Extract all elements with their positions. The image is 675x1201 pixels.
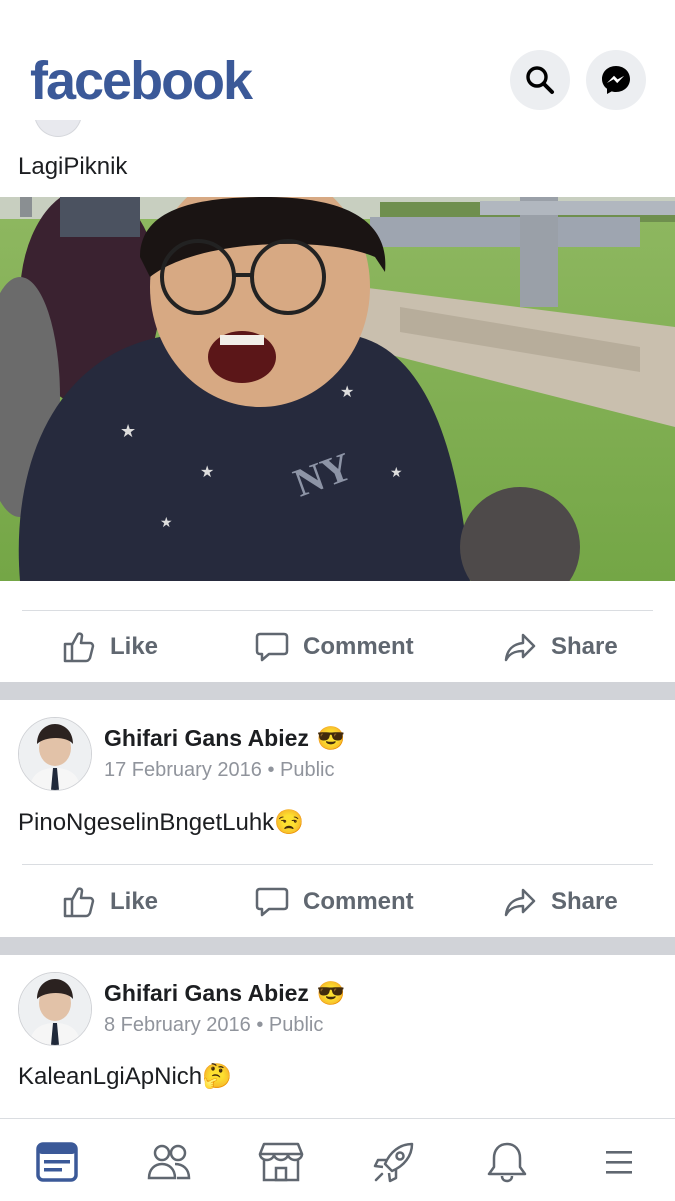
search-button[interactable] bbox=[510, 50, 570, 110]
comment-button[interactable]: Comment bbox=[255, 867, 414, 937]
post-visibility: Public bbox=[268, 1014, 324, 1036]
post-actions: Like Comment Share bbox=[0, 867, 675, 937]
tab-friends[interactable] bbox=[144, 1137, 194, 1187]
search-icon bbox=[526, 66, 554, 94]
svg-text:★: ★ bbox=[390, 465, 403, 481]
share-icon bbox=[504, 633, 536, 662]
author-name: Ghifari Gans Abiez bbox=[104, 980, 309, 1006]
post-separator bbox=[0, 937, 675, 955]
top-bar: facebook bbox=[0, 0, 675, 120]
divider bbox=[22, 864, 653, 865]
divider bbox=[22, 610, 653, 611]
author-name: Ghifari Gans Abiez bbox=[104, 725, 309, 751]
photo-image: NY ★ ★ ★ ★ ★ bbox=[0, 197, 675, 581]
share-label: Share bbox=[551, 633, 618, 660]
tab-menu[interactable] bbox=[594, 1137, 644, 1187]
meta-separator: • bbox=[256, 1014, 269, 1036]
share-icon bbox=[504, 888, 536, 917]
post-author[interactable]: Ghifari Gans Abiez 😎 bbox=[104, 980, 346, 1007]
comment-label: Comment bbox=[303, 633, 414, 660]
comment-button[interactable]: Comment bbox=[255, 612, 414, 682]
tab-explore[interactable] bbox=[369, 1137, 419, 1187]
post-text-emoji: 😒 bbox=[274, 809, 305, 836]
explore-icon bbox=[373, 1142, 414, 1183]
post-separator bbox=[0, 682, 675, 700]
messenger-button[interactable] bbox=[586, 50, 646, 110]
svg-text:★: ★ bbox=[340, 382, 354, 401]
post-visibility: Public bbox=[280, 759, 335, 781]
share-button[interactable]: Share bbox=[503, 612, 618, 682]
post-text: PinoNgeselinBngetLuhk😒 bbox=[18, 808, 304, 837]
author-emoji: 😎 bbox=[316, 980, 346, 1006]
share-button[interactable]: Share bbox=[503, 867, 618, 937]
bottom-tab-bar bbox=[0, 1118, 675, 1201]
tab-marketplace[interactable] bbox=[256, 1137, 306, 1187]
svg-text:★: ★ bbox=[120, 421, 136, 442]
menu-icon bbox=[606, 1151, 632, 1174]
svg-text:★: ★ bbox=[160, 515, 173, 531]
post-date[interactable]: 17 February 2016 bbox=[104, 759, 262, 781]
like-label: Like bbox=[110, 633, 159, 660]
marketplace-icon bbox=[258, 1142, 304, 1182]
comment-icon bbox=[255, 632, 289, 662]
svg-text:★: ★ bbox=[200, 462, 214, 481]
news-feed-icon bbox=[36, 1142, 78, 1182]
post-text-emoji: 🤔 bbox=[202, 1063, 233, 1090]
facebook-logo: facebook bbox=[30, 51, 253, 111]
avatar[interactable] bbox=[18, 717, 92, 791]
avatar-image bbox=[19, 718, 91, 790]
post-meta: 17 February 2016 • Public bbox=[104, 759, 335, 782]
post-text: LagiPiknik bbox=[18, 153, 128, 180]
tab-news-feed[interactable] bbox=[32, 1137, 82, 1187]
post-author[interactable]: Ghifari Gans Abiez 😎 bbox=[104, 725, 346, 752]
like-button[interactable]: Like bbox=[62, 612, 158, 682]
author-emoji: 😎 bbox=[316, 725, 346, 751]
post-text: KaleanLgiApNich🤔 bbox=[18, 1062, 232, 1091]
post-text-content: PinoNgeselinBngetLuhk bbox=[18, 809, 275, 836]
friends-icon bbox=[147, 1144, 191, 1180]
post-photo[interactable]: NY ★ ★ ★ ★ ★ bbox=[0, 197, 675, 581]
post-text-content: KaleanLgiApNich bbox=[18, 1063, 203, 1090]
avatar[interactable] bbox=[18, 972, 92, 1046]
comment-icon bbox=[255, 887, 289, 917]
thumbs-up-icon bbox=[63, 887, 95, 918]
post-actions: Like Comment Share bbox=[0, 612, 675, 682]
like-button[interactable]: Like bbox=[62, 867, 158, 937]
comment-label: Comment bbox=[303, 888, 414, 915]
share-label: Share bbox=[551, 888, 618, 915]
avatar-image bbox=[19, 973, 91, 1045]
messenger-icon bbox=[602, 66, 630, 94]
post-meta: 8 February 2016 • Public bbox=[104, 1014, 323, 1037]
notifications-icon bbox=[487, 1142, 527, 1183]
meta-separator: • bbox=[267, 759, 281, 781]
post-date[interactable]: 8 February 2016 bbox=[104, 1014, 251, 1036]
like-label: Like bbox=[110, 888, 159, 915]
thumbs-up-icon bbox=[63, 632, 95, 663]
tab-notifications[interactable] bbox=[482, 1137, 532, 1187]
